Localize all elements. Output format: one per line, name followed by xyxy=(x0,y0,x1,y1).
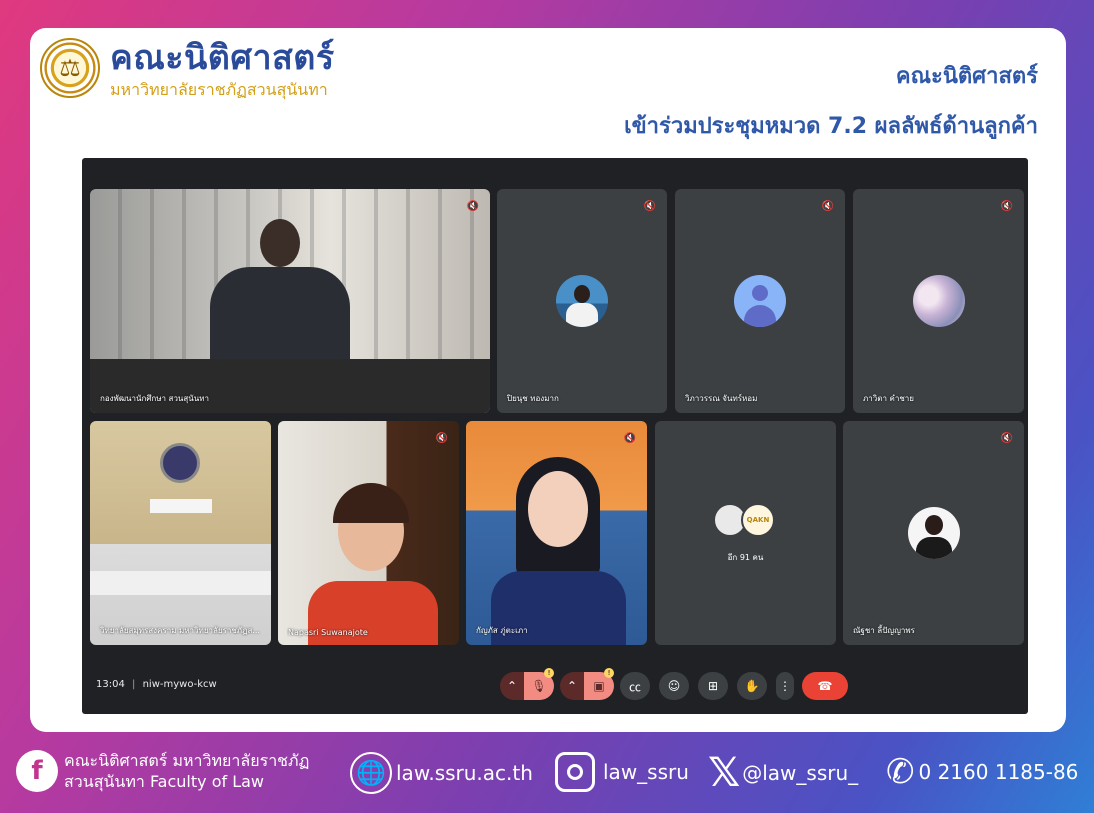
present-screen-button[interactable]: ⊞ xyxy=(698,672,728,700)
person-body xyxy=(210,267,350,367)
page-title: คณะนิติศาสตร์ xyxy=(895,64,1038,89)
footer-website[interactable]: 🌐 law.ssru.ac.th xyxy=(350,752,533,794)
participant-name: วิทยาลัยสมุทรสงคราม มหาวิทยาลัยราชภัฏส..… xyxy=(100,626,260,635)
participant-name: Napasri Suwanajote xyxy=(288,628,368,637)
raise-hand-button[interactable]: ✋ xyxy=(737,672,767,700)
participant-name: ภาวิตา คำชาย xyxy=(863,394,914,403)
x-handle: @law_ssru_ xyxy=(742,761,859,785)
participant-tile-video[interactable]: 🔇 Napasri Suwanajote xyxy=(278,421,459,645)
participant-tile[interactable]: 🔇 ภาวิตา คำชาย xyxy=(853,189,1024,413)
website-link: law.ssru.ac.th xyxy=(396,761,533,785)
participant-tile[interactable]: 🔇 วิภาวรรณ จันทร์หอม xyxy=(675,189,845,413)
page-subtitle: เข้าร่วมประชุมหมวด 7.2 ผลลัพธ์ด้านลูกค้า xyxy=(624,114,1038,139)
participant-tile-video[interactable]: 🔇 กัญภัส ภู่ตะเภา xyxy=(466,421,647,645)
university-emblem-icon xyxy=(160,443,200,483)
qakn-avatar: QAKN xyxy=(741,503,775,537)
table xyxy=(90,571,271,595)
participant-avatar xyxy=(907,507,960,559)
facebook-icon: f xyxy=(16,750,58,792)
meeting-info: 13:04 | niw-mywo-kcw xyxy=(96,679,217,690)
footer-instagram[interactable]: law_ssru xyxy=(555,752,689,792)
participant-avatar xyxy=(912,275,965,327)
content-card: ⚖ คณะนิติศาสตร์ มหาวิทยาลัยราชภัฏสวนสุนั… xyxy=(30,28,1066,732)
facebook-line-2: สวนสุนันทา Faculty of Law xyxy=(64,772,265,791)
person-head xyxy=(260,219,300,267)
phone-icon: ✆ xyxy=(886,752,915,792)
footer-phone[interactable]: ✆ 0 2160 1185-86 xyxy=(886,750,1078,794)
mic-off-icon: 🔇 xyxy=(623,432,637,444)
logo-title: คณะนิติศาสตร์ xyxy=(110,38,335,78)
x-logo-icon: 𝕏 xyxy=(708,750,741,796)
mic-off-icon: 🔇 xyxy=(466,200,480,212)
warning-icon: ! xyxy=(544,668,554,678)
instagram-icon xyxy=(555,752,595,792)
more-options-button[interactable]: ⋮ xyxy=(776,672,794,700)
meeting-screenshot: 🔇 กองพัฒนานักศึกษา สวนสุนันทา 🔇 ปิยนุช ท… xyxy=(82,158,1028,714)
more-participants-count: อีก 91 คน xyxy=(727,553,764,562)
participant-name: กัญภัส ภู่ตะเภา xyxy=(476,626,528,635)
participant-name: กองพัฒนานักศึกษา สวนสุนันทา xyxy=(100,394,209,403)
meeting-control-bar: 13:04 | niw-mywo-kcw ⌃ 🎙 ! ⌃ ▣ ! ㏄ ☺ ⊞ ✋… xyxy=(82,664,1028,714)
person-face-front xyxy=(528,471,588,547)
camera-options-button[interactable]: ⌃ xyxy=(560,672,584,700)
logo-subtitle: มหาวิทยาลัยราชภัฏสวนสุนันทา xyxy=(110,80,328,99)
meeting-time: 13:04 xyxy=(96,679,125,690)
participant-name: วิภาวรรณ จันทร์หอม xyxy=(685,394,758,403)
faculty-seal-logo: ⚖ xyxy=(40,38,100,98)
phone-number: 0 2160 1185-86 xyxy=(918,760,1079,784)
footer-x[interactable]: 𝕏 @law_ssru_ xyxy=(708,752,858,794)
separator: | xyxy=(132,679,136,690)
warning-icon: ! xyxy=(604,668,614,678)
participant-name: ปิยนุช ทองมาก xyxy=(507,394,559,403)
participant-tile-video[interactable]: 🔇 กองพัฒนานักศึกษา สวนสุนันทา xyxy=(90,189,490,413)
mic-off-icon: 🔇 xyxy=(643,200,657,212)
participant-tile-video[interactable]: วิทยาลัยสมุทรสงคราม มหาวิทยาลัยราชภัฏส..… xyxy=(90,421,271,645)
default-avatar-icon xyxy=(734,275,786,327)
mic-off-icon: 🔇 xyxy=(435,432,449,444)
person-hair xyxy=(333,483,409,523)
participant-tile[interactable]: 🔇 ปิยนุช ทองมาก xyxy=(497,189,667,413)
instagram-handle: law_ssru xyxy=(603,760,689,784)
meeting-code: niw-mywo-kcw xyxy=(142,679,217,690)
mic-off-icon: 🔇 xyxy=(1000,432,1014,444)
mic-off-icon: 🔇 xyxy=(1000,200,1014,212)
participant-tile[interactable]: 🔇 ณัฐชา ลี้ปัญญาพร xyxy=(843,421,1024,645)
captions-button[interactable]: ㏄ xyxy=(620,672,650,700)
footer-facebook[interactable]: f คณะนิติศาสตร์ มหาวิทยาลัยราชภัฏ สวนสุน… xyxy=(16,750,309,792)
participant-avatar xyxy=(556,275,608,327)
mic-off-icon: 🔇 xyxy=(821,200,835,212)
end-call-button[interactable]: ☎ xyxy=(802,672,848,700)
sign-board xyxy=(150,499,212,513)
participant-name: ณัฐชา ลี้ปัญญาพร xyxy=(853,626,915,635)
more-participants-tile[interactable]: QAKN อีก 91 คน xyxy=(655,421,836,645)
mic-options-button[interactable]: ⌃ xyxy=(500,672,524,700)
globe-icon: 🌐 xyxy=(350,752,392,794)
facebook-line-1: คณะนิติศาสตร์ มหาวิทยาลัยราชภัฏ xyxy=(64,751,310,770)
emoji-button[interactable]: ☺ xyxy=(659,672,689,700)
